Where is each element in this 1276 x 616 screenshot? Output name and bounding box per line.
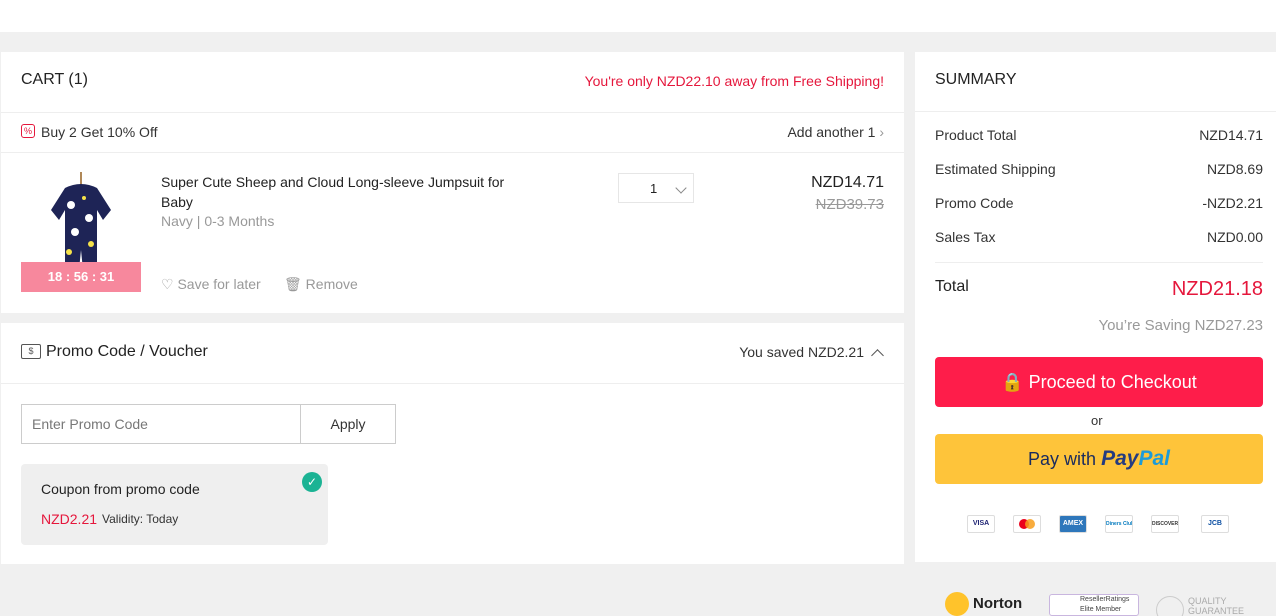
save-for-later-label: Save for later bbox=[177, 276, 261, 292]
paypal-button[interactable]: Pay with PayPal bbox=[935, 434, 1263, 484]
heart-icon: ♡ bbox=[161, 276, 174, 292]
paypal-logo: PayPal bbox=[1101, 447, 1170, 470]
product-total-label: Product Total bbox=[935, 127, 1017, 143]
sales-tax-value: NZD0.00 bbox=[1206, 229, 1263, 245]
quantity-value: 1 bbox=[650, 181, 658, 196]
remove-button[interactable]: 🗑 Remove bbox=[284, 276, 358, 293]
amex-icon: AMEX bbox=[1059, 515, 1087, 533]
norton-label: Norton bbox=[973, 594, 1023, 612]
shipping-value: NZD8.69 bbox=[1206, 161, 1263, 177]
divider bbox=[1, 152, 904, 153]
checkout-button[interactable]: 🔒 Proceed to Checkout bbox=[935, 357, 1263, 407]
trash-icon: 🗑 bbox=[284, 276, 302, 292]
total-label: Total bbox=[935, 278, 969, 295]
coupon-card[interactable]: Coupon from promo code NZD2.21 Validity:… bbox=[21, 464, 328, 545]
add-another-link[interactable]: Add another 1 › bbox=[787, 124, 884, 140]
elite-label: Elite Member bbox=[1080, 606, 1122, 613]
discover-icon: DISCOVER bbox=[1151, 515, 1179, 533]
coupon-title: Coupon from promo code bbox=[41, 481, 200, 497]
save-for-later-button[interactable]: ♡ Save for later bbox=[161, 276, 261, 293]
saving-text: You’re Saving NZD27.23 bbox=[1098, 317, 1263, 334]
product-variant: Navy | 0-3 Months bbox=[161, 213, 275, 229]
quality-label: QUALITY bbox=[1188, 596, 1227, 606]
chevron-down-icon bbox=[675, 182, 687, 194]
paypal-prefix: Pay with bbox=[1028, 449, 1097, 469]
product-name[interactable]: Super Cute Sheep and Cloud Long-sleeve J… bbox=[161, 172, 521, 212]
promo-code-label: Promo Code bbox=[935, 195, 1014, 211]
add-another-label: Add another 1 bbox=[787, 124, 876, 140]
coupon-validity: Validity: Today bbox=[102, 512, 179, 526]
jcb-icon: JCB bbox=[1201, 515, 1229, 533]
guarantee-label: GUARANTEE bbox=[1188, 606, 1245, 616]
total-value: NZD21.18 bbox=[1171, 278, 1263, 300]
quality-seal-icon bbox=[1156, 596, 1184, 616]
coupon-amount: NZD2.21 bbox=[41, 511, 98, 527]
offer-label: Buy 2 Get 10% Off bbox=[41, 124, 158, 140]
cart-title: CART (1) bbox=[21, 71, 88, 88]
sales-tax-label: Sales Tax bbox=[935, 229, 996, 245]
cart-panel: CART (1) You're only NZD22.10 away from … bbox=[1, 52, 904, 313]
product-price: NZD14.71 bbox=[811, 174, 884, 191]
visa-icon: VISA bbox=[967, 515, 995, 533]
reseller-ratings-badge: ResellerRatings Elite Member bbox=[1049, 594, 1139, 616]
summary-title: SUMMARY bbox=[935, 71, 1017, 88]
divider bbox=[1, 112, 904, 113]
apply-button[interactable]: Apply bbox=[300, 404, 396, 444]
divider bbox=[915, 111, 1276, 112]
lock-icon: 🔒 bbox=[1001, 371, 1024, 392]
chevron-right-icon: › bbox=[879, 124, 884, 140]
top-bar bbox=[0, 0, 1276, 32]
quantity-select[interactable]: 1 bbox=[618, 173, 694, 203]
remove-label: Remove bbox=[305, 276, 358, 292]
divider bbox=[1, 383, 904, 384]
checkout-label: Proceed to Checkout bbox=[1028, 371, 1197, 392]
product-original-price: NZD39.73 bbox=[815, 196, 884, 213]
promo-code-input[interactable] bbox=[21, 404, 301, 444]
shipping-label: Estimated Shipping bbox=[935, 161, 1056, 177]
promo-saved-text: You saved NZD2.21 bbox=[739, 344, 864, 360]
mastercard-icon bbox=[1013, 515, 1041, 533]
reseller-label: ResellerRatings bbox=[1080, 596, 1130, 603]
promo-code-value: -NZD2.21 bbox=[1202, 195, 1263, 211]
voucher-icon: $ bbox=[21, 344, 41, 359]
norton-check-icon bbox=[945, 592, 969, 616]
chevron-up-icon[interactable] bbox=[871, 349, 884, 362]
divider bbox=[935, 262, 1263, 263]
check-icon: ✓ bbox=[302, 472, 322, 492]
discount-icon: % bbox=[21, 124, 35, 138]
norton-badge: Norton bbox=[945, 592, 1022, 616]
diners-club-icon: Diners Club bbox=[1105, 515, 1133, 533]
free-shipping-notice: You're only NZD22.10 away from Free Ship… bbox=[584, 73, 884, 89]
countdown-timer: 18 : 56 : 31 bbox=[21, 262, 141, 292]
product-total-value: NZD14.71 bbox=[1199, 127, 1263, 143]
promo-panel: $ Promo Code / Voucher You saved NZD2.21… bbox=[1, 323, 904, 564]
promo-title: Promo Code / Voucher bbox=[46, 343, 208, 360]
or-separator: or bbox=[1091, 413, 1103, 428]
summary-panel: SUMMARY Product Total NZD14.71 Estimated… bbox=[915, 52, 1276, 562]
quality-guarantee-badge: QUALITY GUARANTEE bbox=[1156, 596, 1244, 616]
